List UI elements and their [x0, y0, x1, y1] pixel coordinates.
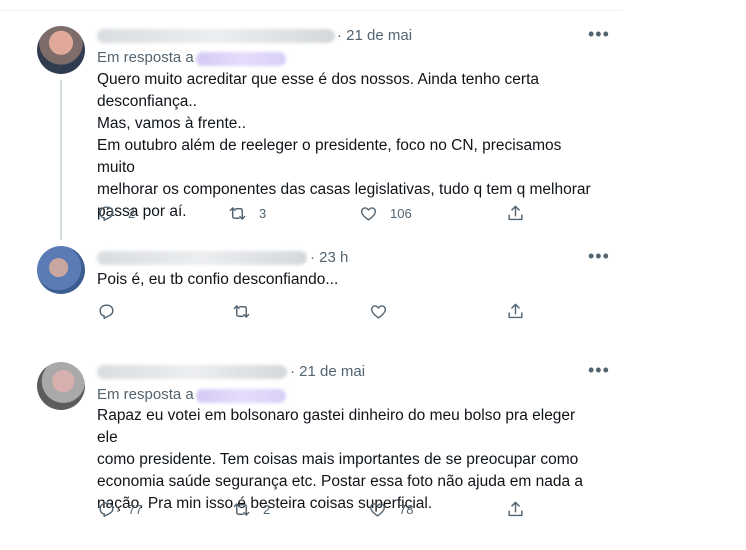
like-button[interactable]: 106 — [359, 204, 412, 223]
share-button[interactable] — [506, 500, 525, 519]
like-button[interactable] — [369, 302, 388, 321]
reply-handle-redacted[interactable] — [196, 52, 286, 66]
tweet-text: Pois é, eu tb confio desconfiando... — [97, 271, 339, 288]
more-dots-icon[interactable]: ••• — [588, 25, 609, 43]
tweet-time[interactable]: · 21 de mai — [337, 27, 412, 44]
author-name-redacted[interactable] — [97, 251, 307, 265]
retweet-count: 2 — [263, 502, 271, 517]
reply-icon — [99, 206, 114, 221]
like-count: 106 — [390, 206, 412, 221]
author-name-redacted[interactable] — [97, 29, 335, 43]
share-button[interactable] — [506, 204, 525, 223]
avatar[interactable] — [37, 362, 85, 410]
more-dots-icon[interactable]: ••• — [588, 361, 609, 379]
retweet-icon — [233, 503, 250, 516]
author-name-redacted[interactable] — [97, 365, 287, 379]
tweet-1[interactable]: · 21 de mai ••• Em resposta a Quero muit… — [0, 0, 622, 240]
reply-handle-redacted[interactable] — [196, 389, 286, 403]
reply-button[interactable]: 2 — [97, 204, 135, 223]
reply-icon — [99, 304, 114, 319]
reply-prefix: Em resposta a — [97, 49, 194, 66]
retweet-button[interactable] — [232, 302, 251, 321]
reply-context: Em resposta a — [97, 49, 194, 66]
like-button[interactable]: 78 — [368, 500, 413, 519]
retweet-icon — [229, 207, 246, 220]
tweet-text: Quero muito acreditar que esse é dos nos… — [97, 71, 591, 220]
tweet-3[interactable]: · 21 de mai ••• Em resposta a Rapaz eu v… — [0, 340, 622, 550]
tweet-time[interactable]: · 23 h — [310, 249, 348, 266]
thread-connector — [60, 80, 62, 240]
share-button[interactable] — [506, 302, 525, 321]
share-icon — [508, 303, 523, 319]
tweet-time[interactable]: · 21 de mai — [290, 363, 365, 380]
reply-count: 77 — [128, 502, 143, 517]
more-dots-icon[interactable]: ••• — [588, 247, 609, 265]
reply-button[interactable] — [97, 302, 116, 321]
retweet-button[interactable]: 2 — [232, 500, 270, 519]
like-count: 78 — [399, 502, 414, 517]
reply-button[interactable]: 77 — [97, 500, 142, 519]
retweet-icon — [233, 305, 250, 318]
reply-context: Em resposta a — [97, 386, 194, 403]
tweet-text: Rapaz eu votei em bolsonaro gastei dinhe… — [97, 407, 583, 512]
avatar[interactable] — [37, 26, 85, 74]
share-icon — [508, 501, 523, 517]
retweet-button[interactable]: 3 — [228, 204, 266, 223]
reply-count: 2 — [128, 206, 136, 221]
like-icon — [370, 305, 387, 319]
tweet-2[interactable]: · 23 h ••• Pois é, eu tb confio desconfi… — [0, 240, 622, 340]
avatar[interactable] — [37, 246, 85, 294]
like-icon — [369, 503, 386, 517]
reply-icon — [99, 502, 114, 517]
share-icon — [508, 205, 523, 221]
like-icon — [360, 207, 377, 221]
retweet-count: 3 — [259, 206, 267, 221]
reply-prefix: Em resposta a — [97, 386, 194, 403]
